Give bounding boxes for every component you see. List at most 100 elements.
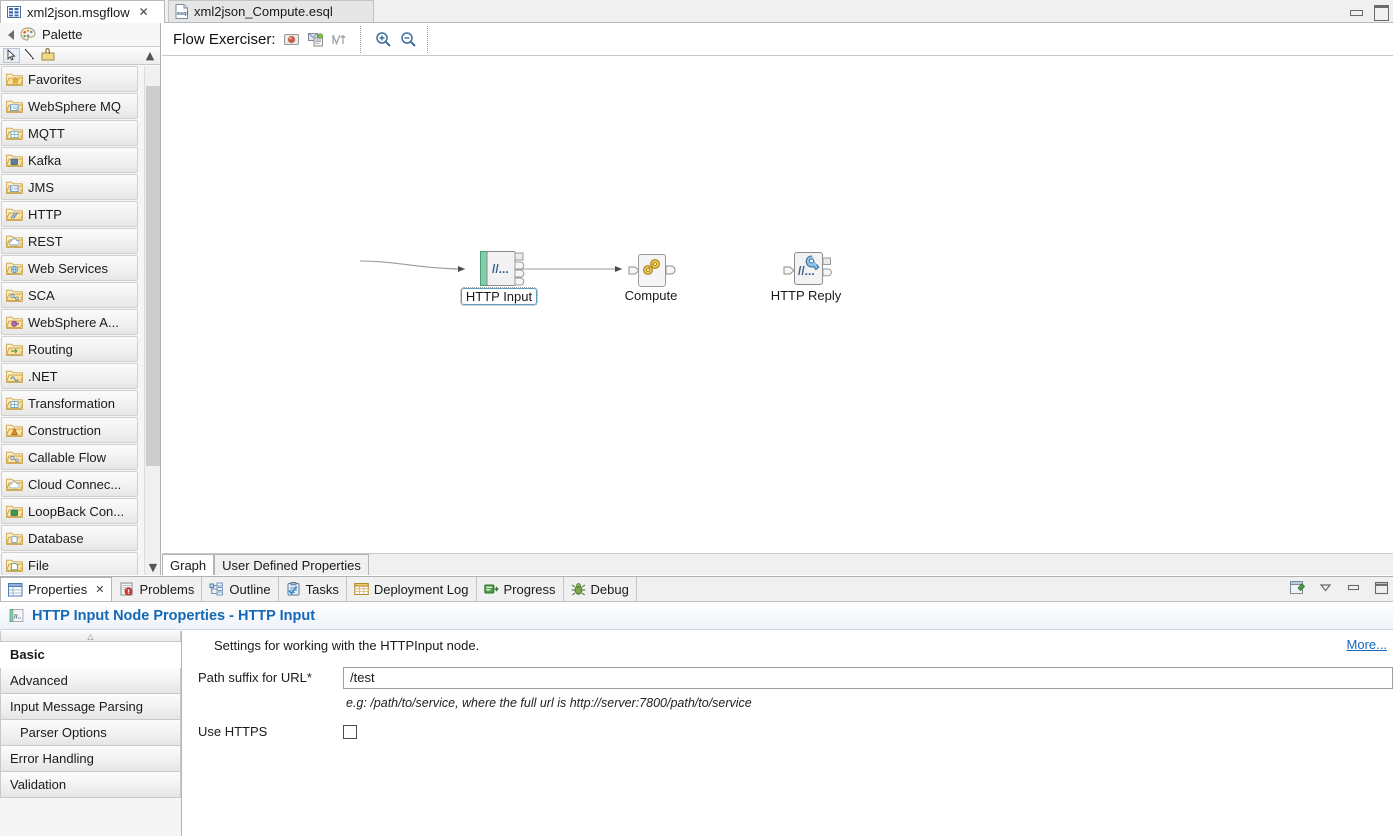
select-tool-icon[interactable] xyxy=(3,48,20,63)
page-tab-label: Graph xyxy=(170,557,207,573)
scrollbar-thumb[interactable] xyxy=(146,86,160,466)
minimize-view-button[interactable] xyxy=(1345,579,1362,596)
palette-item-construction[interactable]: Construction xyxy=(1,417,138,443)
collapse-left-arrow-icon[interactable] xyxy=(8,29,14,40)
palette-item-label: MQTT xyxy=(28,125,65,141)
palette-item-websphere-mq[interactable]: mq WebSphere MQ xyxy=(1,93,138,119)
debug-icon xyxy=(571,582,586,596)
properties-nav-item-error-handling[interactable]: Error Handling xyxy=(0,746,181,772)
esql-icon: esql xyxy=(175,4,189,19)
palette-item-kafka[interactable]: Kafka xyxy=(1,147,138,173)
properties-nav-label: Basic xyxy=(10,647,45,662)
palette-item-label: File xyxy=(28,557,49,573)
close-icon[interactable]: ✕ xyxy=(139,6,149,18)
path-suffix-input[interactable]: /test xyxy=(343,666,1393,689)
properties-title: HTTP Input Node Properties - HTTP Input xyxy=(32,607,316,624)
palette-item-label: .NET xyxy=(28,368,58,384)
websphere-adapters-folder-icon xyxy=(5,314,24,330)
chevron-up-icon[interactable]: ▲ xyxy=(142,48,158,64)
palette-item--net[interactable]: .NET xyxy=(1,363,138,389)
palette-item-database[interactable]: Database xyxy=(1,525,138,551)
palette-item-websphere-a[interactable]: WebSphere A... xyxy=(1,309,138,335)
editor-tab-label: xml2json.msgflow xyxy=(27,4,130,20)
view-menu-button[interactable] xyxy=(1317,579,1334,596)
editor-page-tabs: Graph User Defined Properties xyxy=(162,553,1393,575)
editor-tab-msgflow[interactable]: xml2json.msgflow ✕ xyxy=(0,0,165,24)
progress-path-button[interactable] xyxy=(331,31,348,48)
properties-nav-label: Advanced xyxy=(10,673,68,688)
websphere-mq-folder-icon: mq xyxy=(5,98,24,114)
properties-nav-label: Validation xyxy=(10,777,67,792)
use-https-label: Use HTTPS xyxy=(198,724,268,739)
record-flow-exerciser-button[interactable] xyxy=(283,31,300,48)
view-tab-debug[interactable]: Debug xyxy=(564,577,637,601)
http-folder-icon xyxy=(5,206,24,222)
palette-item-file[interactable]: File xyxy=(1,552,138,575)
flow-node-label-http-reply[interactable]: HTTP Reply xyxy=(759,288,853,303)
palette-item-list[interactable]: Favorites mq WebSphere MQ MQTT Kafka jms… xyxy=(0,66,160,575)
note-tool-icon[interactable] xyxy=(41,48,58,63)
maximize-view-button[interactable] xyxy=(1373,579,1390,596)
zoom-group xyxy=(361,25,428,53)
palette-item-sca[interactable]: SCA xyxy=(1,282,138,308)
zoom-in-button[interactable] xyxy=(375,31,392,48)
palette-tool-strip: ▲ xyxy=(0,47,160,65)
flow-exerciser-label: Flow Exerciser: xyxy=(173,30,276,48)
page-tab-user-defined-properties[interactable]: User Defined Properties xyxy=(214,554,369,575)
palette-item-mqtt[interactable]: MQTT xyxy=(1,120,138,146)
flow-canvas[interactable]: //... HTTP Input Compute //... HTTP Repl… xyxy=(162,57,1393,553)
palette-item-transformation[interactable]: Transformation xyxy=(1,390,138,416)
palette-item-routing[interactable]: Routing xyxy=(1,336,138,362)
view-tab-progress[interactable]: Progress xyxy=(477,577,564,601)
view-tab-outline[interactable]: Outline xyxy=(202,577,279,601)
more-link[interactable]: More... xyxy=(1347,637,1387,652)
view-tab-problems[interactable]: Problems xyxy=(112,577,203,601)
view-tab-tasks[interactable]: Tasks xyxy=(279,577,347,601)
palette-panel: Palette ▲ Favorites mq WebSphere MQ MQTT… xyxy=(0,23,161,575)
properties-nav-item-advanced[interactable]: Advanced xyxy=(0,668,181,694)
palette-item-label: SCA xyxy=(28,287,55,303)
palette-item-jms[interactable]: jms JMS xyxy=(1,174,138,200)
page-tab-label: User Defined Properties xyxy=(222,557,361,573)
pin-view-button[interactable] xyxy=(1289,579,1306,596)
path-suffix-label: Path suffix for URL* xyxy=(198,670,312,685)
palette-item-label: LoopBack Con... xyxy=(28,503,125,519)
palette-item-label: Construction xyxy=(28,422,101,438)
view-tab-label: Tasks xyxy=(305,581,339,597)
properties-description: Settings for working with the HTTPInput … xyxy=(214,638,480,653)
palette-item-label: WebSphere MQ xyxy=(28,98,121,114)
properties-nav-label: Parser Options xyxy=(20,725,107,740)
properties-nav[interactable]: △ Basic Advanced Input Message Parsing Pars… xyxy=(0,631,182,836)
window-minimize-icon[interactable] xyxy=(1347,3,1364,19)
properties-nav-item-validation[interactable]: Validation xyxy=(0,772,181,798)
palette-scrollbar[interactable]: ▼ xyxy=(144,66,160,575)
palette-item-favorites[interactable]: Favorites xyxy=(1,66,138,92)
palette-item-rest[interactable]: REST xyxy=(1,228,138,254)
palette-item-web-services[interactable]: Web Services xyxy=(1,255,138,281)
zoom-out-button[interactable] xyxy=(400,31,417,48)
palette-item-http[interactable]: HTTP xyxy=(1,201,138,227)
chevron-down-icon[interactable]: ▼ xyxy=(145,559,160,575)
palette-title: Palette xyxy=(42,27,83,42)
toolkit-window: xml2json.msgflow ✕ esql xml2json_Compute… xyxy=(0,0,1393,836)
palette-item-loopback-con[interactable]: LoopBack Con... xyxy=(1,498,138,524)
mqtt-folder-icon xyxy=(5,125,24,141)
window-maximize-icon[interactable] xyxy=(1372,3,1389,21)
properties-nav-item-basic[interactable]: Basic xyxy=(0,642,181,668)
properties-nav-item-parser-options[interactable]: Parser Options xyxy=(0,720,181,746)
palette-item-callable-flow[interactable]: Callable Flow xyxy=(1,444,138,470)
page-tab-graph[interactable]: Graph xyxy=(162,554,215,575)
palette-item-cloud-connec[interactable]: Cloud Connec... xyxy=(1,471,138,497)
close-icon[interactable]: ✕ xyxy=(95,583,104,596)
flow-exerciser-group: Flow Exerciser: xyxy=(162,25,361,53)
flow-node-label-compute[interactable]: Compute xyxy=(615,288,687,303)
view-tab-properties[interactable]: Properties ✕ xyxy=(0,577,113,601)
view-tab-deployment-log[interactable]: Deployment Log xyxy=(347,577,477,601)
use-https-checkbox[interactable] xyxy=(343,724,357,739)
view-recorded-messages-button[interactable] xyxy=(307,31,324,48)
nav-collapse-grip[interactable]: △ xyxy=(0,631,181,642)
flow-node-label-http-input[interactable]: HTTP Input xyxy=(460,287,538,306)
properties-nav-item-input-message-parsing[interactable]: Input Message Parsing xyxy=(0,694,181,720)
marquee-tool-icon[interactable] xyxy=(22,48,39,63)
editor-tab-esql[interactable]: esql xml2json_Compute.esql xyxy=(168,0,374,23)
